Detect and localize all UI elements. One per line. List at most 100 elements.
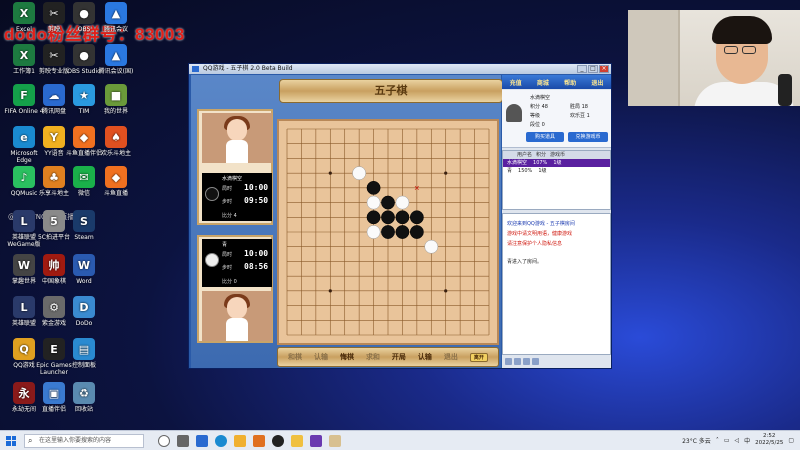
- edge-icon[interactable]: [215, 434, 227, 447]
- white-stone: [352, 166, 367, 181]
- desktop-icon[interactable]: W Word: [64, 254, 104, 285]
- app-icon: e: [13, 126, 35, 148]
- desktop-icon[interactable]: S Steam: [64, 210, 104, 241]
- app-icon: 永: [13, 382, 35, 404]
- network-icon[interactable]: ▭: [724, 437, 730, 444]
- clear-icon[interactable]: [523, 357, 530, 365]
- app-icon: F: [13, 84, 35, 106]
- app-icon: ♪: [13, 166, 35, 188]
- app-icon: W: [13, 254, 35, 276]
- start-button[interactable]: [6, 435, 16, 446]
- settings-icon[interactable]: [532, 357, 539, 365]
- room-player-list: 用户名 积分 游戏币 水滴棋空 107% 1级 青 150% 1级: [502, 150, 611, 210]
- star-point: [328, 289, 332, 293]
- notification-icon[interactable]: ▢: [788, 437, 794, 444]
- desktop-icon-label: Steam: [74, 234, 94, 241]
- buy-items-button[interactable]: 购买道具: [526, 132, 564, 142]
- opponent-card: 水滴棋空 局时 10:00 步时 09:50 比分 4: [197, 109, 273, 225]
- row-coin: 1级: [538, 168, 547, 174]
- clock[interactable]: 2:52 2022/5/25: [755, 433, 783, 447]
- leave-button[interactable]: 离开: [469, 352, 488, 362]
- desktop-icon[interactable]: ▲ 腾讯会议(国): [96, 44, 136, 75]
- ime-indicator[interactable]: 中: [744, 436, 750, 445]
- chat-log: 欢迎来到QQ游戏 - 五子棋房间 游戏中请文明用语，健康游戏 请注意保护个人隐私…: [502, 213, 611, 355]
- app-icon: ★: [73, 84, 95, 106]
- douyu-icon[interactable]: [253, 434, 265, 447]
- tab-help[interactable]: 帮助: [564, 78, 576, 87]
- file-explorer-icon[interactable]: [234, 434, 246, 447]
- desktop-icon[interactable]: ◆ 斗鱼直播: [96, 166, 136, 197]
- taskbar-search-input[interactable]: 在这里输入你要搜索的内容: [24, 433, 144, 448]
- app-icon: ♣: [43, 166, 65, 188]
- total-time-label: 局时: [222, 186, 233, 192]
- pinned-apps: [158, 434, 341, 447]
- black-piece-icon: [205, 187, 219, 201]
- window-titlebar[interactable]: QQ游戏 - 五子棋 2.0 Beta Build _ □ ×: [189, 64, 611, 74]
- exit-button[interactable]: 退出: [444, 352, 458, 362]
- desktop-icon[interactable]: ♻ 回收站: [64, 382, 104, 413]
- chat-line: 游戏中请文明用语，健康游戏: [507, 231, 573, 237]
- font-icon[interactable]: [514, 357, 521, 365]
- maximize-button[interactable]: □: [588, 65, 598, 73]
- undo-button[interactable]: 悔棋: [340, 352, 354, 362]
- draw-button[interactable]: 和棋: [288, 352, 302, 362]
- weather[interactable]: 23°C 多云: [682, 436, 711, 445]
- board-grid[interactable]: ✕: [279, 121, 497, 343]
- list-item[interactable]: 青 150% 1级: [503, 167, 610, 175]
- app-icon: ◆: [105, 166, 127, 188]
- row-coin: 1级: [553, 160, 562, 166]
- desktop-icon-label: DoDo: [75, 320, 93, 327]
- desktop-icon[interactable]: ▤ 控制面板: [64, 338, 104, 369]
- desktop-icon-label: Word: [76, 278, 92, 285]
- minimize-button[interactable]: _: [577, 65, 587, 73]
- tab-shop[interactable]: 商城: [537, 78, 549, 87]
- gomoku-board[interactable]: ✕: [277, 119, 499, 345]
- user-name: 水滴棋空: [530, 95, 551, 101]
- desktop-icon[interactable]: D DoDo: [64, 296, 104, 327]
- request-draw-button[interactable]: 求和: [366, 352, 380, 362]
- action-bar: 和棋 认输 悔棋 求和 开局 认输 退出 离开: [277, 347, 499, 367]
- cortana-icon[interactable]: [158, 434, 170, 447]
- system-tray: 23°C 多云 ˄ ▭ ◁ 中 2:52 2022/5/25 ▢: [682, 433, 794, 447]
- opponent-step-time: 09:50: [244, 196, 269, 205]
- qqgame-icon[interactable]: [291, 434, 303, 447]
- desktop-icon[interactable]: ■ 我的世界: [96, 84, 136, 115]
- exchange-coins-button[interactable]: 兑换游戏币: [568, 132, 608, 142]
- surrender-button[interactable]: 认输: [418, 352, 432, 362]
- list-item[interactable]: 水滴棋空 107% 1级: [503, 159, 610, 167]
- player-step-time: 08:56: [244, 262, 269, 271]
- desktop-icon-label: 腾讯会议: [103, 26, 128, 33]
- user-wins: 胜局 18: [570, 104, 588, 110]
- mail-icon[interactable]: [196, 434, 208, 447]
- desktop-icon[interactable]: ♠ 欢乐斗地主: [96, 126, 136, 157]
- gomoku-icon[interactable]: [329, 434, 341, 447]
- app-icon[interactable]: [310, 434, 322, 447]
- surrender-button-a[interactable]: 认输: [314, 352, 328, 362]
- volume-icon[interactable]: ◁: [734, 437, 739, 444]
- user-rank: 段位 0: [530, 122, 545, 128]
- col-username[interactable]: 用户名: [517, 151, 532, 159]
- tab-exit[interactable]: 退出: [591, 78, 603, 87]
- white-stone: [395, 195, 410, 210]
- desktop-icon[interactable]: ▲ 腾讯会议: [96, 2, 136, 33]
- col-score[interactable]: 积分: [536, 151, 546, 159]
- user-avatar: [506, 104, 522, 122]
- obs-icon[interactable]: [272, 434, 284, 447]
- chat-line: 青进入了房间。: [507, 259, 543, 265]
- close-button[interactable]: ×: [599, 65, 609, 73]
- task-view-icon[interactable]: [177, 434, 189, 447]
- app-icon: 5: [43, 210, 65, 232]
- clock-time: 2:52: [763, 433, 776, 439]
- game-title-banner: 五子棋: [279, 79, 503, 103]
- emoji-icon[interactable]: [505, 357, 512, 365]
- col-coins[interactable]: 游戏币: [550, 151, 565, 159]
- start-button[interactable]: 开局: [392, 352, 406, 362]
- row-score: 107%: [533, 160, 548, 166]
- user-coins: 欢乐豆 1: [570, 113, 590, 119]
- user-score: 积分 48: [530, 104, 548, 110]
- app-icon: ▣: [43, 382, 65, 404]
- tab-recharge[interactable]: 充值: [510, 78, 522, 87]
- black-stone: [395, 210, 410, 225]
- app-icon: D: [73, 296, 95, 318]
- chevron-up-icon[interactable]: ˄: [716, 437, 719, 444]
